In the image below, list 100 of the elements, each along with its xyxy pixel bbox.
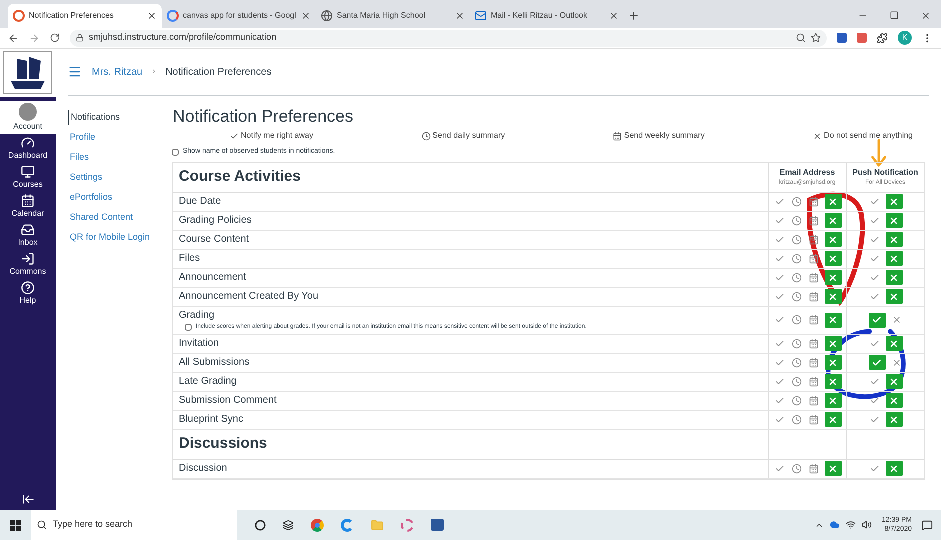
forward-icon[interactable] [29,32,40,44]
include-scores-checkbox[interactable] [185,324,192,330]
notification-name: Grading [179,308,216,322]
calendar-icon [808,234,818,244]
selected-check-button[interactable] [868,355,886,370]
windows-start-icon[interactable] [10,520,21,530]
close-tab-icon[interactable] [455,11,465,21]
selected-check-button[interactable] [868,312,886,328]
selected-x-button[interactable] [886,213,902,228]
tab-title: Notification Preferences [29,10,115,22]
selected-x-button[interactable] [824,270,842,285]
close-icon[interactable] [921,11,931,21]
notifications-icon[interactable] [922,520,933,530]
x-icon [828,234,838,244]
global-nav-item[interactable]: Inbox [0,221,56,250]
close-tab-icon[interactable] [301,11,311,21]
close-tab-icon[interactable] [147,11,157,21]
selected-x-button[interactable] [824,412,842,427]
breadcrumb-link[interactable]: Notification Preferences [166,64,272,80]
clock-icon [792,216,802,226]
address-bar[interactable]: smjuhsd.instructure.com/profile/communication [70,30,827,46]
puzzle-icon[interactable] [877,32,888,44]
selected-x-button[interactable] [824,312,842,328]
browser-tab[interactable]: canvas app for students - Googl [162,4,316,28]
wifi-icon[interactable] [846,520,856,530]
selected-x-button[interactable] [886,393,902,408]
section-nav-link[interactable]: Settings [68,170,172,185]
reload-icon[interactable] [50,33,60,43]
selected-x-button[interactable] [824,232,842,247]
x-icon [889,254,899,264]
global-nav-item[interactable]: Help [0,279,56,308]
clock-button[interactable] [790,312,802,328]
selected-x-button[interactable] [886,232,902,247]
volume-icon[interactable] [862,520,872,530]
selected-x-button[interactable] [824,289,842,304]
x-icon [892,358,902,368]
url-text: smjuhsd.instructure.com/profile/communication [89,31,277,44]
section-nav-link[interactable]: Notifications [68,110,172,125]
calendar-icon [808,292,818,302]
section-nav-link[interactable]: Shared Content [68,210,172,225]
selected-x-button[interactable] [824,213,842,228]
clock-icon [792,234,802,244]
notification-name: Submission Comment [179,394,278,408]
taskbar-search-field[interactable]: Type here to search [31,510,237,540]
x-icon [828,376,838,386]
x-icon [828,254,838,264]
ship-logo-icon [3,51,53,95]
help-icon [21,281,35,295]
task-view-icon[interactable] [283,520,294,530]
selected-x-button[interactable] [824,194,842,209]
observed-students-checkbox[interactable] [172,148,179,156]
selected-x-button[interactable] [886,289,902,304]
close-tab-icon[interactable] [609,11,619,21]
browser-tab[interactable]: Mail - Kelli Ritzau - Outlook [470,4,624,28]
selected-x-button[interactable] [824,336,842,351]
cloud-icon[interactable] [830,520,840,530]
selected-x-button[interactable] [824,393,842,408]
calendar-button[interactable] [808,312,820,328]
notification-name: Discussion [179,462,228,476]
collapse-icon[interactable] [22,493,34,506]
legend-label: Send daily summary [432,130,506,142]
global-nav-item[interactable]: Courses [0,163,56,192]
selected-x-button[interactable] [824,374,842,389]
check-icon [774,464,784,474]
global-nav-item[interactable]: Calendar [0,192,56,221]
x-icon [889,292,899,302]
browser-tab[interactable]: Santa Maria High School [316,4,470,28]
browser-tab[interactable]: Notification Preferences [8,4,162,28]
notification-name: Announcement [179,270,248,284]
calendar-icon [808,414,818,424]
section-nav-link[interactable]: Files [68,150,172,165]
section-nav-link[interactable]: ePortfolios [68,190,172,205]
section-heading: Discussions [178,434,268,454]
clock-icon [422,132,431,140]
section-nav-link[interactable]: QR for Mobile Login [68,230,172,245]
global-nav-item[interactable]: Commons [0,250,56,279]
search-icon[interactable] [796,33,806,43]
selected-x-button[interactable] [886,270,902,285]
page-title: Notification Preferences [173,106,354,128]
selected-x-button[interactable] [886,412,902,427]
selected-x-button[interactable] [886,461,902,476]
breadcrumb-link[interactable]: Mrs. Ritzau [92,64,143,80]
bookmark-star-icon[interactable] [811,33,821,43]
global-nav-item[interactable]: Dashboard [0,134,56,163]
calendar-icon [808,464,818,474]
calendar-icon [808,396,818,406]
x-icon [889,338,899,348]
x-icon [828,396,838,406]
section-nav-link[interactable]: Profile [68,130,172,145]
selected-x-button[interactable] [824,461,842,476]
calendar-icon [808,272,818,282]
selected-x-button[interactable] [824,355,842,370]
selected-x-button[interactable] [886,251,902,266]
x-icon [828,196,838,206]
maximize-icon[interactable] [890,11,899,20]
back-icon[interactable] [8,32,19,44]
new-tab-icon[interactable] [628,10,640,22]
selected-x-button[interactable] [824,251,842,266]
selected-x-button[interactable] [886,194,902,209]
calendar-icon [808,358,818,368]
